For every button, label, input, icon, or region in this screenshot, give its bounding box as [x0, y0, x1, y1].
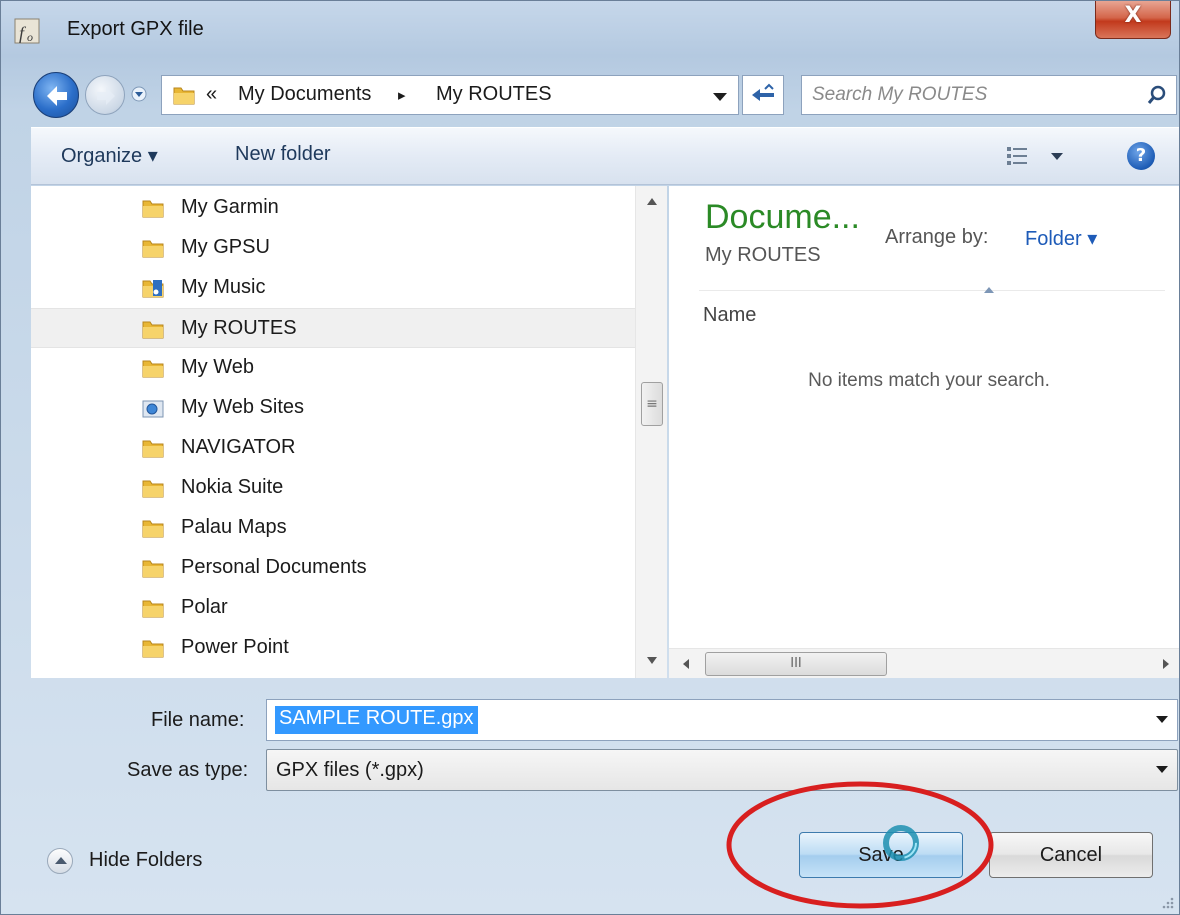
- folder-icon: [142, 321, 164, 339]
- folder-icon: [142, 360, 164, 378]
- folder-icon: [142, 640, 164, 658]
- change-view-icon[interactable]: [1003, 142, 1073, 170]
- save-button[interactable]: Save: [799, 832, 963, 878]
- tree-item[interactable]: Polar: [31, 588, 635, 628]
- folder-icon: [142, 560, 164, 578]
- breadcrumb-my-documents[interactable]: My Documents: [238, 83, 371, 106]
- tree-item-label: My Garmin: [181, 196, 279, 218]
- tree-item[interactable]: My Web Sites: [31, 388, 635, 428]
- scroll-left-arrow-icon[interactable]: [681, 658, 691, 670]
- tree-item-label: My ROUTES: [181, 317, 297, 339]
- file-name-label: File name:: [151, 709, 245, 731]
- new-folder-button[interactable]: New folder: [235, 143, 331, 166]
- close-button[interactable]: X: [1095, 1, 1171, 39]
- recent-pages-dropdown-icon[interactable]: [130, 86, 148, 102]
- folder-icon: [173, 87, 195, 105]
- tree-item[interactable]: My ROUTES: [31, 308, 635, 348]
- svg-text:o: o: [27, 30, 33, 44]
- refresh-icon: [752, 83, 774, 101]
- folder-icon: [142, 440, 164, 458]
- tree-item[interactable]: Palau Maps: [31, 508, 635, 548]
- library-title: Docume...: [705, 198, 860, 236]
- tree-item[interactable]: Power Point: [31, 628, 635, 668]
- folder-icon: [142, 600, 164, 618]
- file-list-scrollbar[interactable]: III: [669, 648, 1179, 678]
- search-box[interactable]: [801, 75, 1177, 115]
- empty-results-message: No items match your search.: [808, 370, 1050, 391]
- file-name-field[interactable]: SAMPLE ROUTE.gpx: [266, 699, 1178, 741]
- tree-item-label: NAVIGATOR: [181, 436, 296, 458]
- back-arrow-icon: [47, 86, 67, 106]
- address-dropdown-icon[interactable]: [702, 76, 738, 114]
- tree-item-label: My Music: [181, 276, 266, 298]
- save-as-type-dropdown-icon[interactable]: [1155, 765, 1169, 774]
- address-bar[interactable]: « My Documents ▸ My ROUTES: [161, 75, 739, 115]
- tree-item-label: Palau Maps: [181, 516, 287, 538]
- breadcrumb-my-routes[interactable]: My ROUTES: [436, 83, 552, 106]
- tree-item[interactable]: NAVIGATOR: [31, 428, 635, 468]
- tree-item[interactable]: Nokia Suite: [31, 468, 635, 508]
- hide-folders-label: Hide Folders: [89, 849, 203, 871]
- breadcrumb-separator[interactable]: ▸: [398, 86, 406, 104]
- arrange-by-label: Arrange by:: [885, 226, 989, 248]
- back-button[interactable]: [33, 72, 79, 118]
- arrange-by-dropdown[interactable]: Folder ▾: [1025, 226, 1097, 251]
- library-subtitle: My ROUTES: [705, 244, 821, 266]
- search-input[interactable]: [812, 82, 1132, 108]
- tree-item-label: Nokia Suite: [181, 476, 284, 498]
- navigation-pane-scrollbar[interactable]: ≡: [635, 186, 667, 678]
- tree-item[interactable]: My Music: [31, 268, 635, 308]
- tree-item-label: Personal Documents: [181, 556, 367, 578]
- organize-button[interactable]: Organize ▾: [61, 143, 158, 168]
- search-icon[interactable]: [1146, 84, 1168, 106]
- web-folder-icon: [142, 400, 164, 418]
- tree-item-label: Power Point: [181, 636, 289, 658]
- tree-item-label: My GPSU: [181, 236, 270, 258]
- forward-arrow-icon: [97, 87, 115, 105]
- tree-item[interactable]: My GPSU: [31, 228, 635, 268]
- name-column-header[interactable]: Name: [703, 304, 756, 327]
- tree-item-label: Polar: [181, 596, 228, 618]
- folder-icon: [142, 200, 164, 218]
- folder-icon: [142, 520, 164, 538]
- save-as-type-label: Save as type:: [127, 759, 249, 781]
- file-name-dropdown-icon[interactable]: [1155, 715, 1169, 724]
- tree-item-label: My Web Sites: [181, 396, 304, 418]
- tree-item-label: P? W...: [181, 676, 245, 678]
- command-toolbar: Organize ▾ New folder ?: [31, 127, 1179, 185]
- refresh-button[interactable]: [742, 75, 784, 115]
- scroll-up-arrow-icon[interactable]: [646, 196, 658, 206]
- navigation-bar: « My Documents ▸ My ROUTES: [1, 63, 1179, 123]
- tree-item[interactable]: My Garmin: [31, 188, 635, 228]
- file-name-value[interactable]: SAMPLE ROUTE.gpx: [275, 706, 478, 734]
- forward-button[interactable]: [85, 75, 125, 115]
- music-folder-icon: [142, 280, 164, 298]
- collapse-icon: [47, 848, 73, 874]
- scroll-down-arrow-icon[interactable]: [646, 656, 658, 666]
- app-logo-icon: f o: [14, 18, 40, 44]
- sort-ascending-icon: [984, 287, 994, 293]
- tree-item[interactable]: Personal Documents: [31, 548, 635, 588]
- navigation-pane-scroll-thumb[interactable]: ≡: [641, 382, 663, 426]
- tree-item[interactable]: My Web: [31, 348, 635, 388]
- folder-icon: [142, 240, 164, 258]
- tree-item-label: My Web: [181, 356, 254, 378]
- window-title: Export GPX file: [67, 18, 204, 40]
- save-as-type-select[interactable]: GPX files (*.gpx): [266, 749, 1178, 791]
- help-button[interactable]: ?: [1127, 142, 1155, 170]
- tree-item[interactable]: P? W...: [31, 668, 635, 678]
- breadcrumb-overflow[interactable]: «: [206, 83, 217, 106]
- title-bar: f o Export GPX file X: [1, 1, 1179, 61]
- folder-icon: [141, 676, 165, 678]
- folder-icon: [142, 480, 164, 498]
- navigation-pane: My Garmin My GPSU My Music My ROUTES My Web M…: [31, 186, 635, 678]
- cancel-button[interactable]: Cancel: [989, 832, 1153, 878]
- save-as-type-value: GPX files (*.gpx): [276, 759, 424, 781]
- file-list-scroll-thumb[interactable]: III: [705, 652, 887, 676]
- scroll-right-arrow-icon[interactable]: [1161, 658, 1171, 670]
- column-header-divider: [699, 290, 1165, 291]
- file-list-pane: Docume... My ROUTES Arrange by: Folder ▾…: [669, 186, 1179, 648]
- resize-grip-icon[interactable]: [1161, 896, 1175, 910]
- save-dialog-window: f o Export GPX file X « My Documents ▸ M…: [0, 0, 1180, 915]
